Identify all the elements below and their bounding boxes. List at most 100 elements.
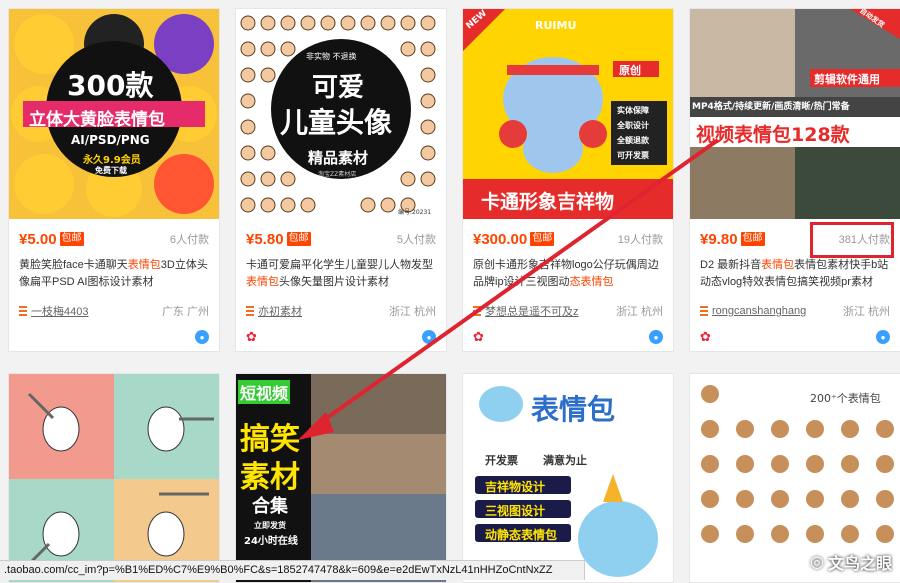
product-card[interactable]: 短视频 搞笑 素材 合集 立即发货 24小时在线 <box>235 373 447 583</box>
shop-link[interactable]: rongcanshanghang <box>712 305 806 317</box>
thumb-promo-sub: 免费下载 <box>95 165 127 176</box>
free-shipping-badge: 包邮 <box>530 232 554 246</box>
thumb-title: 200⁺个表情包 <box>810 390 881 406</box>
watermark-text: 文鸟之眼 <box>828 550 892 574</box>
thumb-big-text: 可爱 <box>312 67 364 104</box>
wangwang-icon[interactable]: ● <box>195 330 209 344</box>
paid-count: 6人付款 <box>170 231 209 247</box>
shop-link[interactable]: 梦想总是遥不可及z <box>485 303 579 319</box>
title-text: 黄脸笑脸face卡通聊天 <box>19 259 128 271</box>
price: ¥5.00 <box>19 231 57 248</box>
title-text: 卡通可爱扁平化学生儿童婴儿人物发型 <box>246 259 433 271</box>
thumb-line-1: 开发票 <box>485 452 518 468</box>
product-card[interactable]: 300款 立体大黄脸表情包 AI/PSD/PNG 永久9.9会员 免费下载 ¥5… <box>8 8 220 352</box>
thumb-big-text: 300款 <box>67 64 153 104</box>
location: 浙江 杭州 <box>389 303 436 319</box>
thumb-line-4: 合集 <box>252 492 288 518</box>
shop-icon <box>246 306 254 316</box>
price: ¥300.00 <box>473 231 527 248</box>
product-image[interactable] <box>9 374 219 583</box>
free-shipping-badge: 包邮 <box>287 232 311 246</box>
original-stamp: 原创 <box>619 62 641 78</box>
product-image[interactable]: 表情包 开发票 满意为止 吉祥物设计 三视图设计 动静态表情包 <box>463 374 673 583</box>
wangwang-icon[interactable]: ● <box>876 330 890 344</box>
title-keyword: 表情包 <box>246 276 279 288</box>
product-grid: 300款 立体大黄脸表情包 AI/PSD/PNG 永久9.9会员 免费下载 ¥5… <box>0 0 900 580</box>
highlight-box <box>810 222 894 258</box>
shop-icon <box>473 306 481 316</box>
thumb-line-3: 素材 <box>240 452 300 496</box>
thumb-sub-text: 立体大黄脸表情包 <box>29 105 165 130</box>
paid-count: 5人付款 <box>397 231 436 247</box>
free-shipping-badge: 包邮 <box>741 232 765 246</box>
location: 浙江 杭州 <box>843 303 890 319</box>
product-title[interactable]: 卡通可爱扁平化学生儿童婴儿人物发型表情包头像矢量图片设计素材 <box>246 257 438 291</box>
product-image[interactable]: 300款 立体大黄脸表情包 AI/PSD/PNG 永久9.9会员 免费下载 <box>9 9 219 219</box>
title-text: D2 最新抖音 <box>700 259 761 271</box>
product-image[interactable]: 短视频 搞笑 素材 合集 立即发货 24小时在线 <box>236 374 446 583</box>
thumb-item: 动静态表情包 <box>485 526 557 543</box>
product-image[interactable]: 自动发货 剪辑软件通用 MP4格式/持续更新/画质清晰/热门常备 视频表情包12… <box>690 9 900 219</box>
price: ¥5.80 <box>246 231 284 248</box>
thumb-sub-text: 精品素材 <box>308 147 368 168</box>
shop-icon <box>19 306 27 316</box>
thumb-line-6: 24小时在线 <box>244 532 298 547</box>
flower-icon: ✿ <box>246 329 257 345</box>
check-item: 全职设计 <box>617 120 649 131</box>
thumb-big-text: 儿童头像 <box>280 101 392 141</box>
product-image[interactable]: 非实物 不退换 可爱 儿童头像 精品素材 淘宝ZZ素材店 编号:20231 <box>236 9 446 219</box>
paid-count: 19人付款 <box>618 231 663 247</box>
title-text: 原创卡通形象吉祥物logo公仔玩偶周边品牌ip设计三视图动 <box>473 259 659 288</box>
thumb-banner: 卡通形象吉祥物 <box>481 187 614 214</box>
shop-row: 一枝梅4403 广东 广州 <box>19 303 209 319</box>
title-keyword: 表情包 <box>761 259 794 271</box>
product-card[interactable]: 表情包 开发票 满意为止 吉祥物设计 三视图设计 动静态表情包 <box>462 373 674 583</box>
sushi-art <box>9 374 219 583</box>
location: 浙江 杭州 <box>616 303 663 319</box>
thumb-line-5: 立即发货 <box>254 520 286 531</box>
check-item: 可开发票 <box>617 150 649 161</box>
meta-row: ✿ ● <box>473 329 663 345</box>
meta-row: ✿ ● <box>700 329 890 345</box>
product-image[interactable]: NEW RUIMU 原创 实体保障 全职设计 全额退款 可开发票 卡通形象吉祥物 <box>463 9 673 219</box>
shop-link[interactable]: 亦初素材 <box>258 303 302 319</box>
watermark: ◎ 文鸟之眼 <box>810 550 892 574</box>
video-stills-art <box>690 9 900 219</box>
meta-row: ✿ ● <box>246 329 436 345</box>
thumb-formats: AI/PSD/PNG <box>71 133 150 147</box>
status-bar-url: .taobao.com/cc_im?p=%B1%ED%C7%E9%B0%FC&s… <box>0 560 585 580</box>
title-text: 头像矢量图片设计素材 <box>279 276 389 288</box>
shop-row: 亦初素材 浙江 杭州 <box>246 303 436 319</box>
free-shipping-badge: 包邮 <box>60 232 84 246</box>
product-card[interactable]: 自动发货 剪辑软件通用 MP4格式/持续更新/画质清晰/热门常备 视频表情包12… <box>689 8 900 352</box>
price: ¥9.80 <box>700 231 738 248</box>
price-row: ¥5.00 包邮 6人付款 <box>19 229 209 249</box>
thumb-promo: 永久9.9会员 <box>83 151 141 166</box>
title-keyword: 表情包 <box>128 259 161 271</box>
price-row: ¥300.00 包邮 19人付款 <box>473 229 663 249</box>
thumb-line: MP4格式/持续更新/画质清晰/热门常备 <box>692 99 850 112</box>
thumb-big-text: 视频表情包128款 <box>696 120 850 147</box>
product-card[interactable]: NEW RUIMU 原创 实体保障 全职设计 全额退款 可开发票 卡通形象吉祥物… <box>462 8 674 352</box>
product-card[interactable] <box>8 373 220 583</box>
title-keyword: 态表情包 <box>570 276 614 288</box>
thumb-item: 吉祥物设计 <box>485 478 545 495</box>
wechat-icon: ◎ <box>810 552 824 572</box>
thumb-line-1: 短视频 <box>238 380 290 404</box>
check-item: 实体保障 <box>617 105 649 116</box>
thumb-tags: 非实物 不退换 <box>306 51 357 62</box>
check-item: 全额退款 <box>617 135 649 146</box>
product-title[interactable]: 原创卡通形象吉祥物logo公仔玩偶周边品牌ip设计三视图动态表情包 <box>473 257 665 291</box>
wangwang-icon[interactable]: ● <box>422 330 436 344</box>
meta-row: ● <box>19 329 209 345</box>
shop-icon <box>700 306 708 316</box>
thumb-edit-label: 剪辑软件通用 <box>814 71 880 87</box>
shop-link[interactable]: 一枝梅4403 <box>31 303 88 319</box>
price-row: ¥5.80 包邮 5人付款 <box>246 229 436 249</box>
product-title[interactable]: 黄脸笑脸face卡通聊天表情包3D立体头像扁平PSD AI图标设计素材 <box>19 257 211 291</box>
product-card[interactable]: 非实物 不退换 可爱 儿童头像 精品素材 淘宝ZZ素材店 编号:20231 ¥5… <box>235 8 447 352</box>
wangwang-icon[interactable]: ● <box>649 330 663 344</box>
product-title[interactable]: D2 最新抖音表情包表情包素材快手b站动态vlog特效表情包搞笑视频pr素材 <box>700 257 892 291</box>
thumb-line-2: 满意为止 <box>543 452 587 468</box>
thumb-big-text: 表情包 <box>531 388 615 428</box>
